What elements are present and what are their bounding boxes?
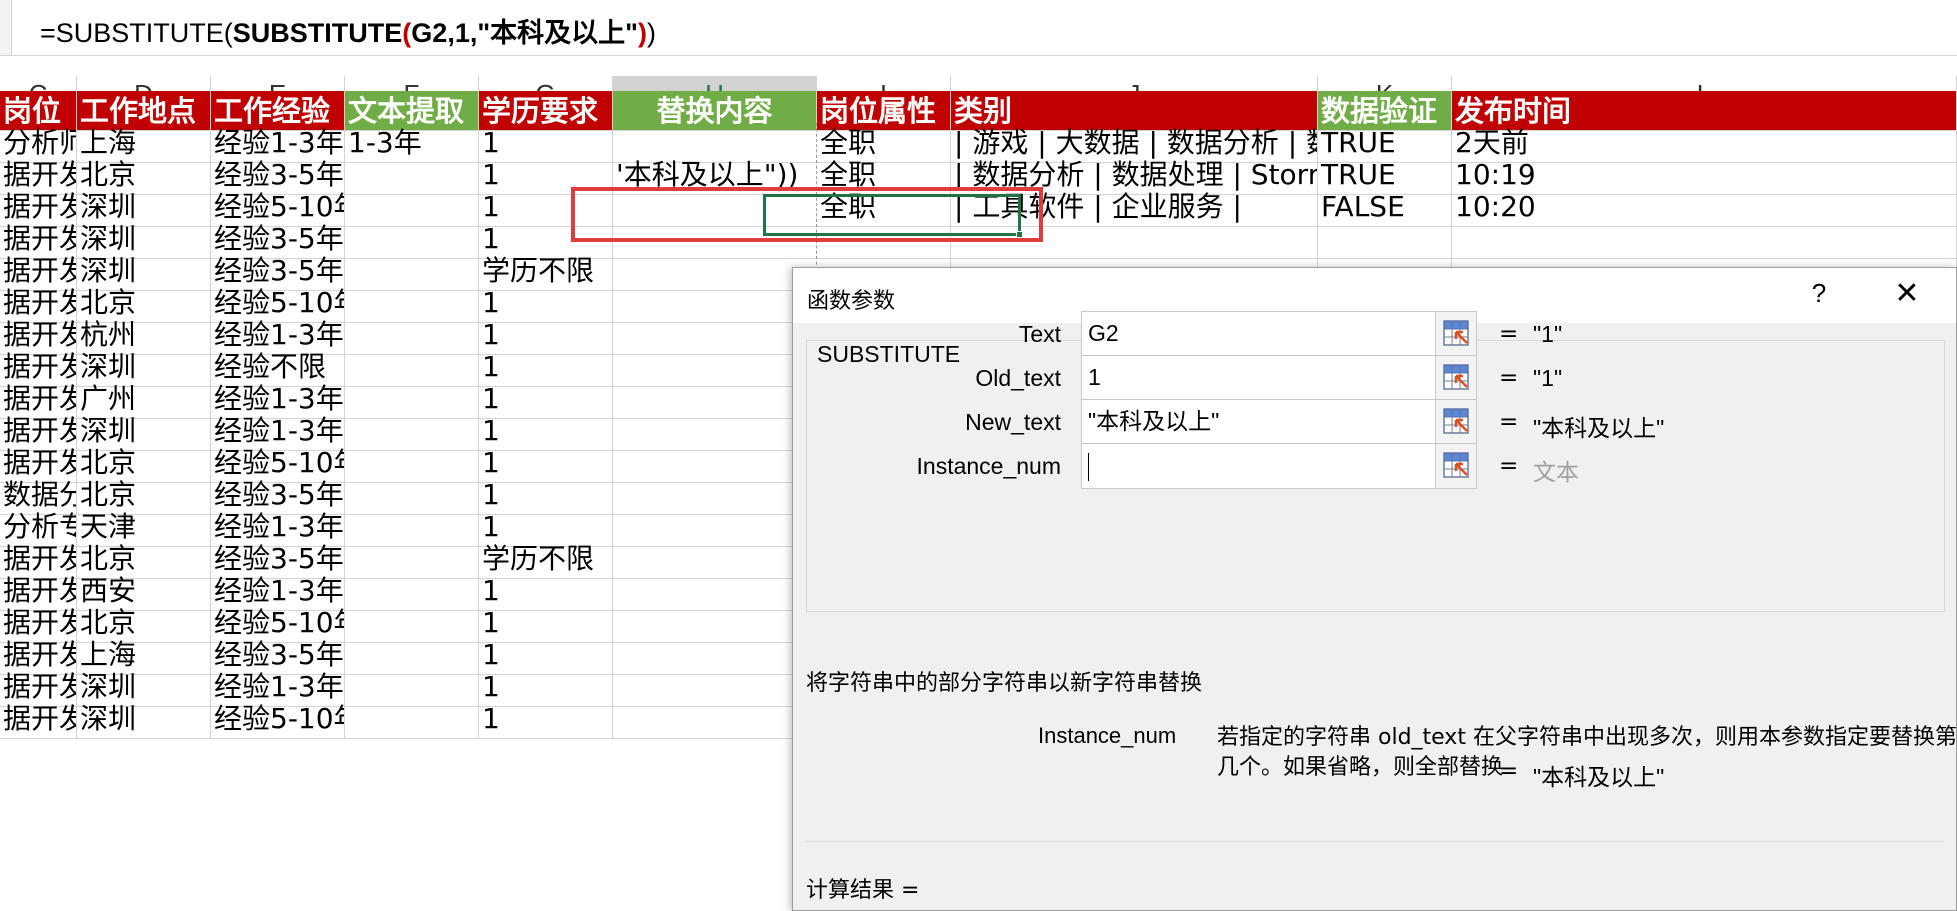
formula-input[interactable]: =SUBSTITUTE(SUBSTITUTE(G2,1,"本科及以上")) (40, 11, 656, 50)
range-picker-icon[interactable] (1435, 399, 1477, 445)
arg-input-text[interactable]: G2 (1081, 311, 1440, 357)
formula-bar-edge (0, 0, 12, 55)
help-icon[interactable]: ? (1804, 278, 1834, 312)
range-picker-icon[interactable] (1435, 443, 1477, 489)
formula-suffix: ) (646, 18, 656, 48)
divider (806, 841, 1945, 842)
formula-inner-fn: SUBSTITUTE (232, 18, 403, 48)
arg-label-new_text: New_text (965, 409, 1061, 435)
arg-input-value: "本科及以上" (1088, 408, 1220, 434)
arg-input-old_text[interactable]: 1 (1081, 355, 1440, 401)
formula-bar[interactable]: =SUBSTITUTE(SUBSTITUTE(G2,1,"本科及以上")) (0, 0, 1957, 56)
table-cell[interactable]: 据开发 (0, 699, 77, 739)
table-cell[interactable] (345, 699, 479, 739)
arg-result-instance_num: 文本 (1533, 459, 1579, 485)
arg-input-value: G2 (1088, 320, 1119, 346)
function-name: SUBSTITUTE (817, 341, 961, 367)
arg-equals: = (1499, 409, 1519, 435)
arg-result-new_text: "本科及以上" (1533, 415, 1665, 441)
arg-label-text: Text (1018, 321, 1061, 347)
param-help-description: 若指定的字符串 old_text 在父字符串中出现多次，则用本参数指定要替换第几… (1217, 725, 1957, 780)
arg-label-old_text: Old_text (975, 365, 1061, 391)
dialog-title: 函数参数 (807, 289, 896, 314)
calc-result-label: 计算结果 = (806, 878, 920, 903)
arg-result-text: "1" (1533, 321, 1563, 347)
arg-equals: = (1499, 453, 1519, 479)
formula-open-paren: ( (402, 18, 412, 48)
table-cell[interactable] (613, 699, 817, 739)
arg-input-instance_num[interactable] (1081, 443, 1440, 489)
arg-input-value: 1 (1088, 364, 1101, 390)
arg-label-instance_num: Instance_num (916, 453, 1061, 479)
formula-prefix: =SUBSTITUTE( (40, 18, 233, 48)
formula-args: G2,1,"本科及以上" (411, 18, 638, 48)
param-help-name: Instance_num (1038, 723, 1177, 748)
arg-result-old_text: "1" (1533, 365, 1563, 391)
table-cell[interactable]: 经验5-10年 (211, 699, 345, 739)
text-caret (1088, 452, 1089, 481)
range-picker-icon[interactable] (1435, 311, 1477, 357)
arg-equals: = (1499, 321, 1519, 347)
function-arguments-dialog: 函数参数 ? ✕ SUBSTITUTE Text G2 = "1" Old_text 1 =… (792, 267, 1957, 911)
table-cell[interactable]: 1 (479, 699, 613, 739)
formula-close-paren: ) (637, 18, 647, 48)
function-description: 将字符串中的部分字符串以新字符串替换 (806, 671, 1203, 696)
range-picker-icon[interactable] (1435, 355, 1477, 401)
close-icon[interactable]: ✕ (1890, 276, 1924, 312)
table-cell[interactable]: 深圳 (77, 699, 211, 739)
arg-equals: = (1499, 365, 1519, 391)
arg-input-new_text[interactable]: "本科及以上" (1081, 399, 1440, 445)
